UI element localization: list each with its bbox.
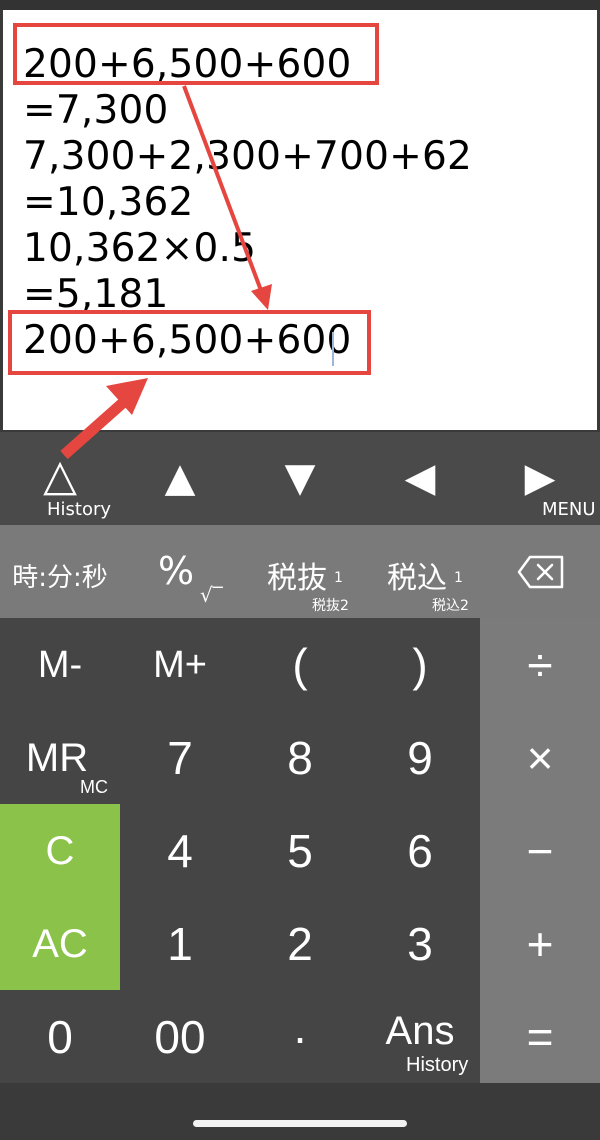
menu-label: MENU [542,499,596,520]
answer-button[interactable]: Ans History [360,990,480,1083]
highlight-box-top [13,23,379,85]
digit-4-button[interactable]: 4 [120,804,240,897]
key-label: ( [292,639,308,691]
key-label: 5 [287,825,313,877]
cursor-left-button[interactable]: ◀ [360,432,480,525]
answer-history-label: History [406,1054,469,1076]
key-label: − [526,825,554,877]
menu-button[interactable]: ▶ MENU [480,432,600,525]
digit-0-button[interactable]: 0 [0,990,120,1083]
key-label: MR [25,736,89,780]
minus-button[interactable]: − [480,804,600,897]
multiply-button[interactable]: × [480,711,600,804]
key-label: ) [412,639,428,691]
display-line: 10,362×0.5 [23,226,257,271]
left-arrow-icon: ◀ [404,455,436,501]
key-label: C [45,829,75,873]
key-label: 7 [167,732,193,784]
display-line: =10,362 [23,180,194,225]
up-arrow-icon: ▲ [164,455,196,501]
digit-2-button[interactable]: 2 [240,897,360,990]
backspace-button[interactable] [480,525,600,618]
key-label: 00 [154,1011,206,1063]
key-label: AC [32,922,88,966]
key-label: ÷ [527,639,553,691]
time-label: 時:分:秒 [12,563,108,593]
history-label: History [47,499,112,520]
decimal-point-button[interactable]: · [240,990,360,1083]
key-label: 3 [407,918,433,970]
keypad: M- M+ ( ) ÷ MR MC 7 8 9 × C 4 5 6 − AC 1… [0,618,600,1086]
right-arrow-icon: ▶ [524,455,556,501]
memory-minus-button[interactable]: M- [0,618,120,711]
key-label: 9 [407,732,433,784]
function-row: 時:分:秒 % √‾ 税抜 1 税抜2 税込 1 税込2 [0,525,600,618]
tax-include-sub: 1 [454,570,463,586]
digit-9-button[interactable]: 9 [360,711,480,804]
clear-button[interactable]: C [0,804,120,897]
history-button[interactable]: △ History [0,432,120,525]
digit-5-button[interactable]: 5 [240,804,360,897]
all-clear-button[interactable]: AC [0,897,120,990]
digit-1-button[interactable]: 1 [120,897,240,990]
time-button[interactable]: 時:分:秒 [0,525,120,618]
digit-7-button[interactable]: 7 [120,711,240,804]
bottom-bar [0,1086,600,1140]
percent-button[interactable]: % √‾ [120,525,240,618]
tax-exclude-button[interactable]: 税抜 1 税抜2 [240,525,360,618]
down-arrow-icon: ▼ [284,455,316,501]
tax-exclude-2-label: 税抜2 [312,598,349,614]
key-label: 4 [167,825,193,877]
display-line: 7,300+2,300+700+62 [23,134,472,179]
divide-button[interactable]: ÷ [480,618,600,711]
status-bar [0,0,600,10]
plus-button[interactable]: + [480,897,600,990]
key-label: = [526,1011,554,1063]
display-line: =7,300 [23,88,169,133]
highlight-box-bottom [8,310,371,375]
history-icon: △ [43,450,77,501]
key-label: 8 [287,732,313,784]
cursor-down-button[interactable]: ▼ [240,432,360,525]
digit-6-button[interactable]: 6 [360,804,480,897]
key-label: M+ [153,644,207,686]
key-label: 2 [287,918,313,970]
cursor-up-button[interactable]: ▲ [120,432,240,525]
open-paren-button[interactable]: ( [240,618,360,711]
key-label: · [292,1011,308,1063]
key-label: M- [37,644,83,686]
tax-include-2-label: 税込2 [432,598,469,614]
key-label: Ans [385,1009,455,1053]
home-indicator[interactable] [193,1120,407,1127]
tax-include-button[interactable]: 税込 1 税込2 [360,525,480,618]
key-label: 0 [47,1011,73,1063]
key-label: 1 [167,918,193,970]
key-label: × [526,732,554,784]
memory-plus-button[interactable]: M+ [120,618,240,711]
equals-button[interactable]: = [480,990,600,1083]
navigation-row: △ History ▲ ▼ ◀ ▶ MENU [0,432,600,525]
key-label: 6 [407,825,433,877]
close-paren-button[interactable]: ) [360,618,480,711]
sqrt-label: √‾ [200,583,223,607]
double-zero-button[interactable]: 00 [120,990,240,1083]
key-label: + [526,918,554,970]
digit-8-button[interactable]: 8 [240,711,360,804]
digit-3-button[interactable]: 3 [360,897,480,990]
memory-clear-label: MC [80,777,108,797]
memory-recall-button[interactable]: MR MC [0,711,120,804]
backspace-icon [517,555,564,589]
tax-exclude-sub: 1 [334,570,343,586]
